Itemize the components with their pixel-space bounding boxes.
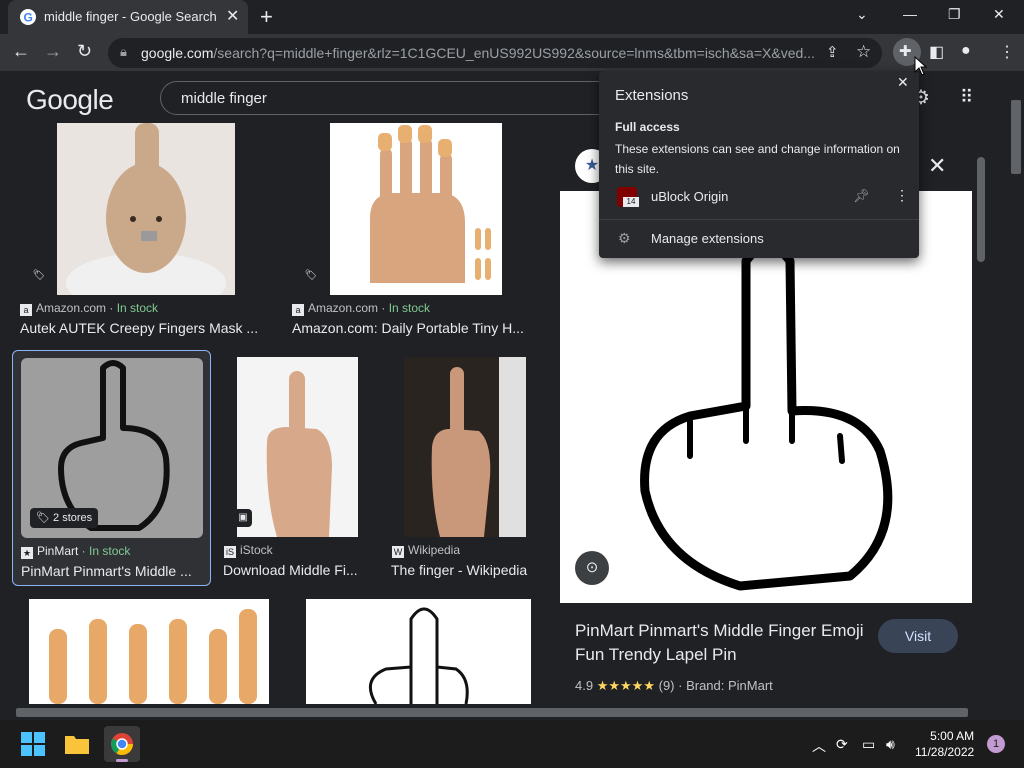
tab-close-icon[interactable]: ✕ (226, 6, 239, 26)
extensions-heading: Extensions (615, 87, 689, 104)
pinmart-favicon-icon: ★ (21, 547, 33, 559)
share-icon[interactable]: ⇪ (826, 43, 839, 61)
browser-toolbar: ← → ↻ 🔒︎ google.com/search?q=middle+fing… (0, 34, 1024, 71)
tray-chevron-icon[interactable]: ︿ (812, 736, 826, 756)
shopping-tag-icon: 🏷︎ (30, 267, 48, 285)
result-thumbnail[interactable] (404, 357, 526, 537)
clock-date: 11/28/2022 (915, 745, 975, 759)
back-button[interactable]: ← (12, 41, 30, 62)
divider (599, 219, 919, 220)
visit-button[interactable]: Visit (878, 619, 958, 653)
tab-strip: G middle finger - Google Search ✕ + ⌄ — … (0, 0, 1024, 34)
horizontal-scrollbar-thumb[interactable] (16, 708, 968, 717)
close-window-button[interactable]: ✕ (993, 6, 1005, 23)
full-access-heading: Full access (615, 120, 680, 134)
shopping-tag-icon: 🏷︎ (302, 267, 320, 285)
notification-badge[interactable]: 1 (987, 735, 1005, 753)
tab-search-icon[interactable]: ⌄ (856, 6, 868, 23)
restore-button[interactable]: ❐ (948, 6, 961, 23)
result-caption[interactable]: Download Middle Fi... (223, 562, 373, 578)
search-query: middle finger (181, 90, 267, 107)
file-explorer-icon[interactable] (61, 728, 93, 760)
network-icon[interactable]: ▭ (862, 736, 875, 753)
search-input[interactable]: middle finger (160, 81, 620, 115)
result-thumbnail[interactable] (29, 599, 269, 704)
result-card[interactable]: W Wikipedia The finger - Wikipedia (386, 354, 546, 590)
result-source: a Amazon.com · In stock (20, 301, 158, 316)
result-card-selected[interactable]: ★ PinMart · In stock PinMart Pinmart's Mi… (12, 350, 211, 586)
stores-badge: 🏷︎ 2 stores (30, 508, 99, 528)
minimize-button[interactable]: — (903, 6, 917, 22)
result-thumbnail[interactable] (57, 123, 235, 295)
bookmark-star-icon[interactable]: ☆ (856, 42, 871, 62)
result-thumbnail[interactable] (306, 599, 531, 704)
result-source: iS iStock (224, 543, 273, 558)
close-popup-icon[interactable]: ✕ (897, 74, 909, 91)
wikipedia-favicon-icon: W (392, 546, 404, 558)
pin-icon[interactable]: 📌︎ (853, 188, 870, 204)
image-icon: ▣ (234, 509, 252, 527)
system-clock[interactable]: 5:00 AM 11/28/2022 (915, 728, 974, 760)
windows-taskbar: ︿ ⟳ ▭ 🔊︎ 5:00 AM 11/28/2022 1 (0, 720, 1024, 768)
chrome-taskbar-icon[interactable] (104, 726, 140, 762)
new-tab-button[interactable]: + (260, 4, 273, 30)
gear-icon: ⚙ (618, 230, 631, 246)
result-card[interactable]: 🏷︎ a Amazon.com · In stock Autek AUTEK Cr… (12, 123, 272, 343)
preview-title[interactable]: PinMart Pinmart's Middle Finger Emoji Fu… (575, 619, 865, 667)
result-source: a Amazon.com · In stock (292, 301, 430, 316)
rating-stars: ★★★★★ (596, 678, 655, 693)
menu-dots-icon[interactable]: ⋮ (999, 42, 1015, 62)
manage-extensions-label: Manage extensions (651, 231, 764, 246)
browser-tab[interactable]: G middle finger - Google Search ✕ (8, 0, 248, 34)
extension-name[interactable]: uBlock Origin (651, 189, 728, 204)
svg-text:G: G (24, 11, 33, 25)
google-logo[interactable]: Google (26, 84, 114, 116)
puzzle-icon: ✚ (899, 43, 912, 60)
apps-grid-icon[interactable]: ⠿ (960, 87, 973, 108)
close-preview-icon[interactable]: ✕ (928, 153, 946, 179)
result-card[interactable]: 🏷︎ a Amazon.com · In stock Amazon.com: Da… (284, 123, 544, 343)
extension-item-ublock-origin[interactable]: 14 uBlock Origin 📌︎ ⋮ (599, 184, 919, 210)
result-caption[interactable]: PinMart Pinmart's Middle ... (21, 563, 201, 579)
page-scrollbar-thumb[interactable] (1011, 100, 1021, 174)
result-source: ★ PinMart · In stock (21, 544, 131, 559)
windows-start-icon[interactable] (17, 728, 49, 760)
tab-title: middle finger - Google Search (44, 9, 217, 24)
profile-icon[interactable]: ● (961, 42, 971, 60)
lock-icon[interactable]: 🔒︎ (120, 44, 127, 60)
extensions-popup: Extensions ✕ Full access These extension… (599, 71, 919, 258)
side-panel-icon[interactable]: ◧ (929, 42, 944, 62)
reload-button[interactable]: ↻ (77, 41, 92, 62)
ublock-badge: 14 (623, 197, 639, 207)
result-caption: The finger - Wikipedia (391, 562, 528, 578)
full-access-description: These extensions can see and change info… (615, 142, 900, 176)
product-rating: 4.9 ★★★★★ (9) · Brand: PinMart (575, 678, 773, 693)
clock-time: 5:00 AM (930, 729, 975, 743)
preview-scrollbar-thumb[interactable] (977, 157, 985, 262)
address-bar[interactable]: 🔒︎ google.com/search?q=middle+finger&rlz… (108, 38, 882, 68)
amazon-favicon-icon: a (20, 304, 32, 316)
volume-icon[interactable]: 🔊︎ (886, 736, 895, 753)
manage-extensions-item[interactable]: ⚙ Manage extensions (599, 227, 919, 251)
amazon-favicon-icon: a (292, 304, 304, 316)
google-lens-icon[interactable]: ⊙ (575, 551, 609, 585)
url-text: google.com/search?q=middle+finger&rlz=1C… (141, 45, 815, 61)
sync-icon[interactable]: ⟳ (836, 736, 848, 753)
google-favicon-icon: G (20, 9, 36, 25)
istock-favicon-icon: iS (224, 546, 236, 558)
more-options-icon[interactable]: ⋮ (895, 187, 909, 204)
mouse-cursor-icon (914, 56, 928, 76)
result-thumbnail[interactable] (237, 357, 358, 537)
result-card[interactable]: ▣ iS iStock Download Middle Fi... (218, 354, 378, 590)
result-source: W Wikipedia (392, 543, 461, 558)
forward-button[interactable]: → (44, 41, 62, 62)
result-caption[interactable]: Amazon.com: Daily Portable Tiny H... (292, 320, 534, 336)
result-thumbnail[interactable] (330, 123, 502, 295)
result-caption[interactable]: Autek AUTEK Creepy Fingers Mask ... (20, 320, 262, 336)
